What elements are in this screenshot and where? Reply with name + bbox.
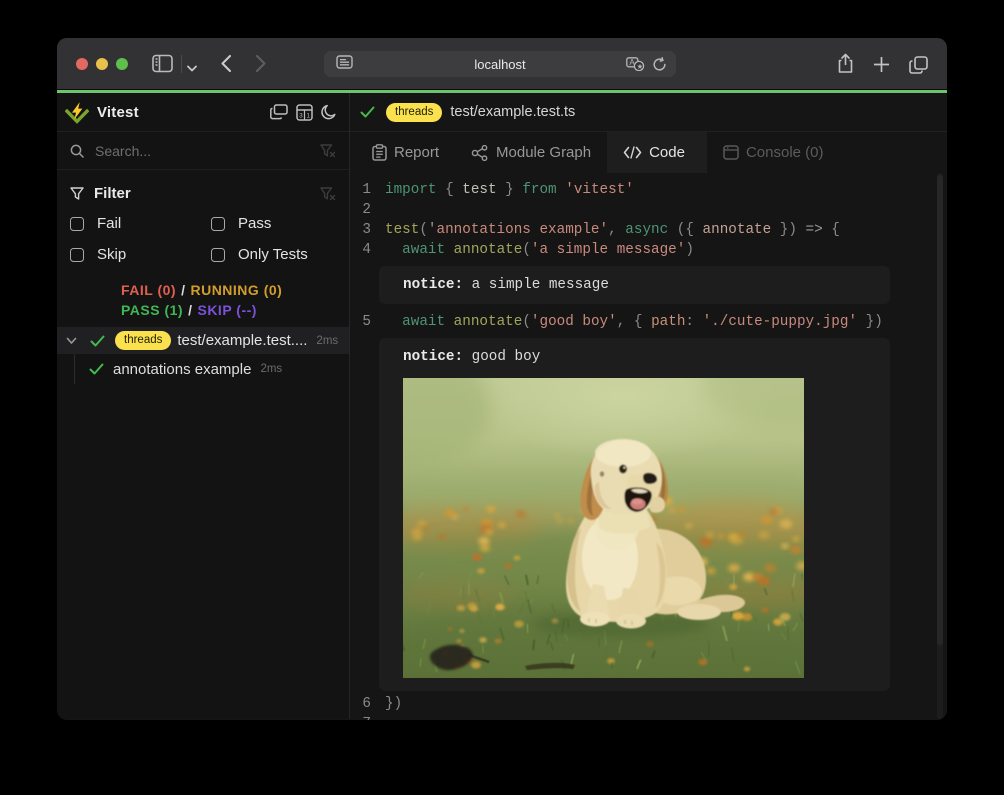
svg-text:3: 3 [299, 112, 303, 119]
svg-text:1: 1 [306, 112, 310, 119]
